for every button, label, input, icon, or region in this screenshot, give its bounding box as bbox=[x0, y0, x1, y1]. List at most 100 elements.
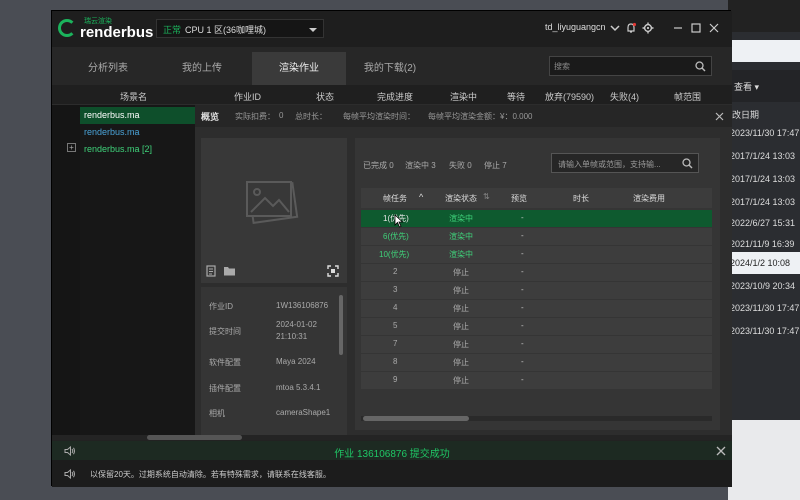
frame-task: 2 bbox=[393, 267, 398, 276]
render-zone-select[interactable]: 正常 CPU 1 区(36咖哩城) bbox=[156, 19, 324, 38]
document-icon[interactable] bbox=[205, 265, 217, 277]
scene-row[interactable]: renderbus.ma [2] bbox=[80, 141, 195, 158]
column-rendering[interactable]: 渲染中 bbox=[450, 90, 477, 103]
frame-preview: - bbox=[521, 357, 524, 366]
footer-bar: 以保留20天。过期系统自动清除。若有特殊需求，请联系在线客服。 bbox=[52, 460, 732, 487]
maximize-icon[interactable] bbox=[690, 22, 702, 34]
frame-row[interactable]: 9 停止 - bbox=[361, 372, 712, 389]
bg-view-dropdown[interactable]: 查看 ▾ bbox=[734, 80, 759, 93]
scrollbar-thumb[interactable] bbox=[363, 416, 469, 421]
bg-date-row[interactable]: 2023/11/30 17:47 bbox=[728, 320, 800, 342]
gear-icon[interactable] bbox=[642, 22, 654, 34]
bg-date-row[interactable]: 2017/1/24 13:03 bbox=[728, 191, 800, 213]
tab-my-uploads[interactable]: 我的上传 bbox=[158, 52, 246, 85]
mouse-cursor-icon bbox=[394, 214, 404, 228]
close-icon[interactable] bbox=[715, 112, 724, 121]
frame-preview: - bbox=[521, 321, 524, 330]
column-render-cost[interactable]: 渲染费用 bbox=[633, 193, 665, 204]
column-status[interactable]: 状态 bbox=[316, 90, 334, 103]
info-value-camera: cameraShape1 bbox=[276, 408, 331, 417]
column-progress[interactable]: 完成进度 bbox=[377, 90, 413, 103]
bg-window-bottom bbox=[728, 420, 800, 500]
overview-title: 概览 bbox=[201, 112, 220, 122]
bg-date-row[interactable]: 2023/10/9 20:34 bbox=[728, 275, 800, 297]
frame-search-input[interactable]: 请输入单帧或范围，支持输... bbox=[551, 153, 699, 173]
frame-row[interactable]: 8 停止 - bbox=[361, 354, 712, 371]
image-placeholder-icon bbox=[246, 181, 299, 225]
frame-row[interactable]: 6(优先) 渲染中 - bbox=[361, 228, 712, 245]
tab-my-downloads[interactable]: 我的下载(2) bbox=[346, 52, 434, 85]
frame-row[interactable]: 3 停止 - bbox=[361, 282, 712, 299]
bg-date-row-selected[interactable]: 2024/1/2 10:08 bbox=[728, 252, 800, 274]
scene-row[interactable]: renderbus.ma bbox=[80, 124, 195, 141]
column-render-status[interactable]: 渲染状态 bbox=[445, 193, 477, 204]
frame-status: 停止 bbox=[453, 304, 469, 313]
column-abandoned[interactable]: 放弃(79590) bbox=[545, 90, 594, 103]
column-scene-name[interactable]: 场景名 bbox=[120, 90, 147, 103]
close-icon[interactable] bbox=[708, 22, 720, 34]
folder-icon[interactable] bbox=[223, 265, 237, 277]
column-job-id[interactable]: 作业ID bbox=[234, 90, 261, 103]
brand-name: renderbus bbox=[80, 24, 154, 41]
bg-date-row[interactable]: 2023/11/30 17:47 bbox=[728, 122, 800, 144]
info-scrollbar[interactable] bbox=[339, 295, 343, 355]
frame-row[interactable]: 10(优先) 渲染中 - bbox=[361, 246, 712, 263]
frame-row-selected[interactable]: 1(优先) 渲染中 - bbox=[361, 210, 712, 227]
chevron-down-icon bbox=[309, 28, 317, 32]
bg-date-row[interactable]: 2023/11/30 17:47 bbox=[728, 297, 800, 319]
renderbus-window: 瑞云渲染 renderbus 正常 CPU 1 区(36咖哩城) td_liyu… bbox=[51, 10, 732, 487]
frame-status: 停止 bbox=[453, 322, 469, 331]
column-frame-task[interactable]: 帧任务 bbox=[383, 193, 407, 204]
fullscreen-icon[interactable] bbox=[327, 265, 339, 277]
frame-preview: - bbox=[521, 249, 524, 258]
frame-row[interactable]: 7 停止 - bbox=[361, 336, 712, 353]
footer-message: 以保留20天。过期系统自动清除。若有特殊需求，请联系在线客服。 bbox=[90, 470, 331, 479]
frame-preview: - bbox=[521, 285, 524, 294]
frame-task: 6(优先) bbox=[383, 232, 409, 241]
column-duration[interactable]: 时长 bbox=[573, 193, 589, 204]
bg-date-row[interactable]: 2022/6/27 15:31 bbox=[728, 212, 800, 234]
column-preview[interactable]: 预览 bbox=[511, 193, 527, 204]
column-frame-range[interactable]: 帧范围 bbox=[674, 90, 701, 103]
chevron-down-icon[interactable] bbox=[609, 22, 621, 34]
bg-window-address-bar bbox=[728, 40, 800, 62]
stat-rendering: 渲染中 3 bbox=[405, 161, 436, 170]
frame-task: 7 bbox=[393, 339, 398, 348]
column-failed[interactable]: 失败(4) bbox=[610, 90, 639, 103]
frame-status: 渲染中 bbox=[449, 232, 473, 241]
frame-status: 停止 bbox=[453, 358, 469, 367]
notification-bar: 作业 136106876 提交成功 bbox=[52, 440, 732, 460]
info-label: 软件配置 bbox=[209, 358, 241, 367]
frame-row[interactable]: 4 停止 - bbox=[361, 300, 712, 317]
frame-status: 停止 bbox=[453, 286, 469, 295]
minimize-icon[interactable] bbox=[672, 22, 684, 34]
info-label: 提交时间 bbox=[209, 327, 241, 336]
username[interactable]: td_liyuguangcn bbox=[545, 22, 606, 32]
column-waiting[interactable]: 等待 bbox=[507, 90, 525, 103]
sort-icon[interactable]: ⇅ bbox=[483, 192, 490, 201]
title-bar: 瑞云渲染 renderbus 正常 CPU 1 区(36咖哩城) td_liyu… bbox=[52, 11, 732, 47]
tab-render-jobs[interactable]: 渲染作业 bbox=[252, 52, 346, 85]
bell-icon[interactable] bbox=[625, 22, 637, 34]
frame-preview: - bbox=[521, 267, 524, 276]
close-icon[interactable] bbox=[716, 446, 726, 456]
search-icon[interactable] bbox=[682, 158, 693, 169]
frame-row[interactable]: 5 停止 - bbox=[361, 318, 712, 335]
bg-date-row[interactable]: 2017/1/24 13:03 bbox=[728, 168, 800, 190]
expand-icon[interactable]: + bbox=[67, 143, 76, 152]
bg-column-header[interactable]: 改日期 bbox=[732, 108, 759, 121]
info-value-submit-date: 2024-01-02 bbox=[276, 320, 317, 329]
scene-row-selected[interactable]: renderbus.ma bbox=[80, 107, 195, 124]
job-table-header: 场景名 作业ID 状态 完成进度 渲染中 等待 放弃(79590) 失败(4) … bbox=[52, 85, 732, 105]
frame-row[interactable]: 2 停止 - bbox=[361, 264, 712, 281]
background-window: 查看 ▾ 改日期 2023/11/30 17:47 2017/1/24 13:0… bbox=[728, 0, 800, 500]
frame-table-scrollbar[interactable] bbox=[361, 416, 712, 421]
search-icon[interactable] bbox=[695, 61, 706, 72]
bg-date-row[interactable]: 2017/1/24 13:03 bbox=[728, 145, 800, 167]
search-input[interactable]: 搜索 bbox=[549, 56, 712, 76]
job-detail-panel: 概览 实际扣费： 0 总时长： 每帧平均渲染时间： 每帧平均渲染金额：¥：0.0… bbox=[195, 105, 732, 435]
frame-task: 9 bbox=[393, 375, 398, 384]
sort-asc-icon[interactable]: ^ bbox=[419, 192, 423, 202]
tab-analysis-list[interactable]: 分析列表 bbox=[64, 52, 152, 85]
frame-preview: - bbox=[521, 303, 524, 312]
